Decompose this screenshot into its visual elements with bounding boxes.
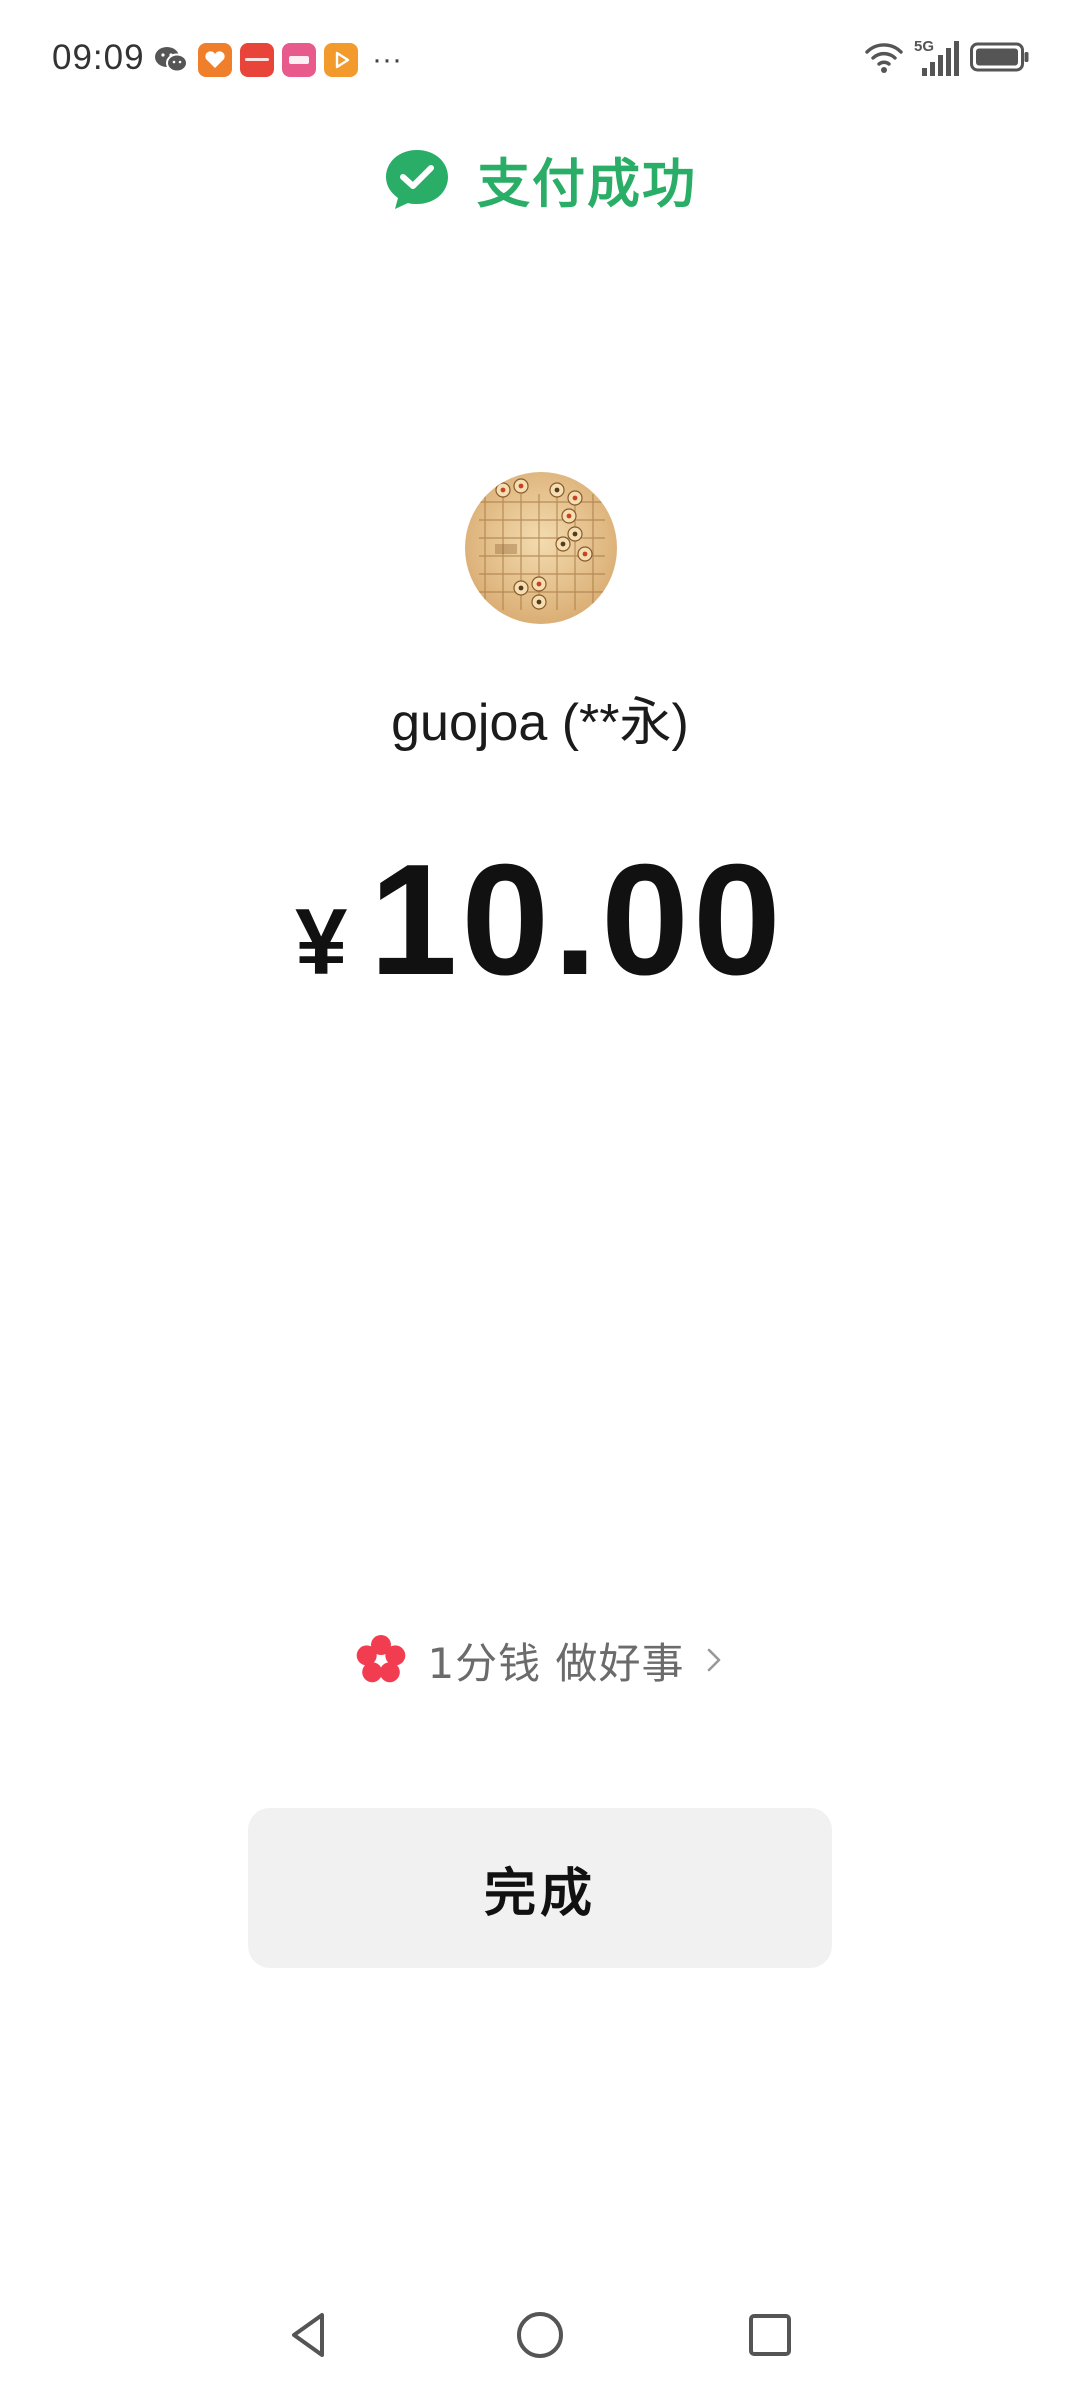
video-app-icon xyxy=(324,43,358,77)
nav-back-button[interactable] xyxy=(275,2300,345,2370)
chevron-right-icon xyxy=(703,1643,725,1677)
system-navigation-bar xyxy=(0,2290,1080,2388)
back-triangle-icon xyxy=(292,2313,324,2357)
battery-icon xyxy=(970,42,1030,76)
nav-recent-apps-button[interactable] xyxy=(735,2300,805,2370)
system-icons: 5G xyxy=(854,36,1030,82)
payee-avatar xyxy=(465,472,617,624)
charity-label: 1分钱 做好事 xyxy=(427,1638,685,1688)
charity-donation-link[interactable]: 1分钱 做好事 xyxy=(0,1630,1080,1690)
check-circle-icon xyxy=(383,146,451,214)
home-circle-icon xyxy=(517,2312,563,2358)
payment-success-title: 支付成功 xyxy=(477,154,697,215)
payment-success-header: 支付成功 xyxy=(0,140,1080,220)
currency-symbol: ¥ xyxy=(295,889,348,994)
recent-apps-square-icon xyxy=(749,2314,791,2356)
status-bar: 09:09 ··· 5G xyxy=(0,0,1080,120)
taobao-app-icon xyxy=(198,43,232,77)
wifi-icon xyxy=(864,40,904,78)
amount-value: 10.00 xyxy=(369,832,785,1008)
cellular-signal-icon: 5G xyxy=(914,38,960,80)
more-notifications-indicator: ··· xyxy=(372,43,402,76)
nav-home-button[interactable] xyxy=(505,2300,575,2370)
huawei-app-icon xyxy=(240,43,274,77)
status-time: 09:09 xyxy=(52,38,145,77)
payee-name: guojoa (**永) xyxy=(391,694,689,752)
wechat-icon xyxy=(152,43,190,77)
flower-icon xyxy=(355,1634,407,1686)
done-button-label: 完成 xyxy=(483,1863,596,1924)
payment-amount: ¥ 10.00 xyxy=(0,830,1080,1008)
lofter-app-icon xyxy=(282,43,316,77)
notification-icons: ··· xyxy=(152,40,402,80)
done-button[interactable]: 完成 xyxy=(248,1808,832,1968)
